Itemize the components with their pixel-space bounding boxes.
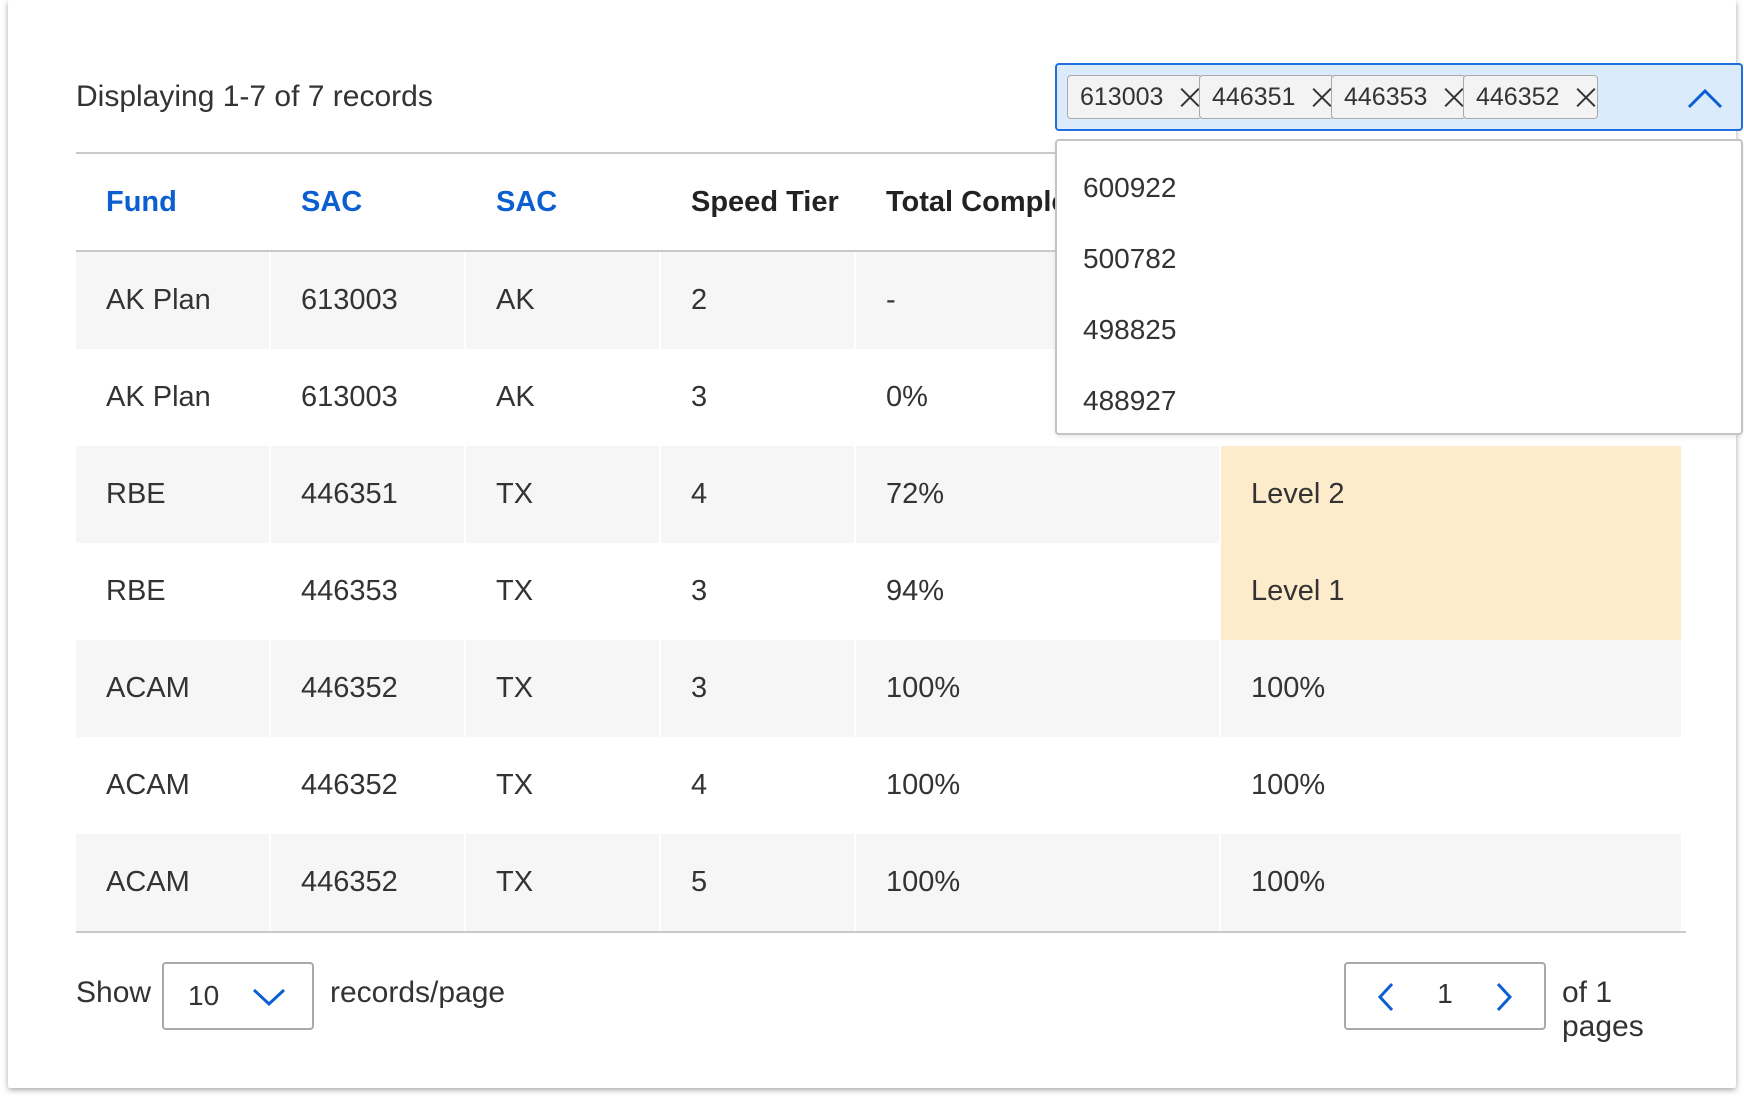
- table-cell: 72%: [856, 446, 1221, 543]
- table-cell: AK Plan: [76, 252, 271, 349]
- table-cell: 3: [661, 349, 856, 446]
- records-panel: Displaying 1-7 of 7 records Fund SAC SAC…: [68, 0, 1743, 1088]
- table-row: RBE 446353 TX 3 94% Level 1: [76, 543, 1686, 640]
- table-cell: 446352: [271, 834, 466, 931]
- filter-chip: 446352: [1463, 75, 1599, 119]
- table-cell: 3: [661, 640, 856, 737]
- chip-label: 446352: [1476, 82, 1560, 111]
- table-cell: TX: [466, 543, 661, 640]
- column-header-sac[interactable]: SAC: [271, 186, 466, 219]
- show-label: Show: [76, 976, 152, 1009]
- table-cell: 446353: [271, 543, 466, 640]
- filter-chip: 613003: [1067, 75, 1203, 119]
- table-cell: TX: [466, 737, 661, 834]
- table-row: ACAM 446352 TX 4 100% 100%: [76, 737, 1686, 834]
- chip-label: 446353: [1344, 82, 1428, 111]
- table-cell: 100%: [1221, 834, 1681, 931]
- table-bottom-border: [76, 931, 1686, 933]
- table-cell: AK: [466, 252, 661, 349]
- table-cell: Level 1: [1221, 543, 1681, 640]
- table-cell: 3: [661, 543, 856, 640]
- column-header-speed-tier: Speed Tier: [691, 185, 839, 218]
- filter-chip: 446353: [1331, 75, 1467, 119]
- table-row: ACAM 446352 TX 5 100% 100%: [76, 834, 1686, 931]
- filter-option[interactable]: 500782: [1057, 223, 1741, 294]
- table-cell: TX: [466, 834, 661, 931]
- table-cell: 94%: [856, 543, 1221, 640]
- table-cell: AK: [466, 349, 661, 446]
- page-total-label: of 1 pages: [1562, 976, 1644, 1043]
- table-cell: 100%: [856, 640, 1221, 737]
- record-count: Displaying 1-7 of 7 records: [76, 80, 433, 113]
- table-cell: 2: [661, 252, 856, 349]
- chevron-right-icon[interactable]: [1494, 982, 1514, 1012]
- table-cell: 100%: [856, 737, 1221, 834]
- filter-option[interactable]: 498825: [1057, 294, 1741, 365]
- page-size-select[interactable]: 10: [162, 962, 314, 1030]
- pagination: 1: [1344, 962, 1546, 1030]
- filter-option[interactable]: 600922: [1057, 152, 1741, 223]
- close-icon[interactable]: [1575, 86, 1597, 108]
- table-cell: 100%: [1251, 769, 1326, 801]
- table-cell: RBE: [76, 446, 271, 543]
- table-cell: 446351: [271, 446, 466, 543]
- column-header-fund[interactable]: Fund: [76, 186, 271, 219]
- filter-chip: 446351: [1199, 75, 1335, 119]
- table-cell: Level 2: [1221, 446, 1681, 543]
- table-cell: ACAM: [76, 640, 271, 737]
- table-cell: ACAM: [76, 737, 271, 834]
- table-cell: 446352: [271, 737, 466, 834]
- table-cell: 446352: [271, 640, 466, 737]
- table-cell: 5: [661, 834, 856, 931]
- current-page[interactable]: 1: [1346, 978, 1544, 1010]
- records-card: Displaying 1-7 of 7 records Fund SAC SAC…: [8, 0, 1743, 1088]
- table-cell: RBE: [76, 543, 271, 640]
- sac-filter-select[interactable]: 613003 446351 446353 446352: [1055, 63, 1743, 131]
- chevron-down-icon: [252, 988, 286, 1007]
- table-cell: TX: [466, 446, 661, 543]
- table-cell: TX: [466, 640, 661, 737]
- table-row: RBE 446351 TX 4 72% Level 2: [76, 446, 1686, 543]
- table-cell: 613003: [271, 349, 466, 446]
- per-page-label: records/page: [330, 976, 506, 1009]
- table-cell: 100%: [856, 834, 1221, 931]
- column-header-sac-state[interactable]: SAC: [466, 186, 661, 219]
- filter-option[interactable]: 488927: [1057, 365, 1741, 436]
- table-cell: ACAM: [76, 834, 271, 931]
- table-row: ACAM 446352 TX 3 100% 100%: [76, 640, 1686, 737]
- chip-label: 613003: [1080, 82, 1164, 111]
- table-cell: 613003: [271, 252, 466, 349]
- table-cell: AK Plan: [76, 349, 271, 446]
- table-cell: 4: [661, 737, 856, 834]
- table-cell: 100%: [1221, 640, 1681, 737]
- sac-filter-options: 600922 500782 498825 488927: [1055, 139, 1743, 435]
- chevron-up-icon[interactable]: [1687, 83, 1723, 113]
- chip-label: 446351: [1212, 82, 1296, 111]
- page-size-value: 10: [188, 980, 220, 1011]
- table-cell: 4: [661, 446, 856, 543]
